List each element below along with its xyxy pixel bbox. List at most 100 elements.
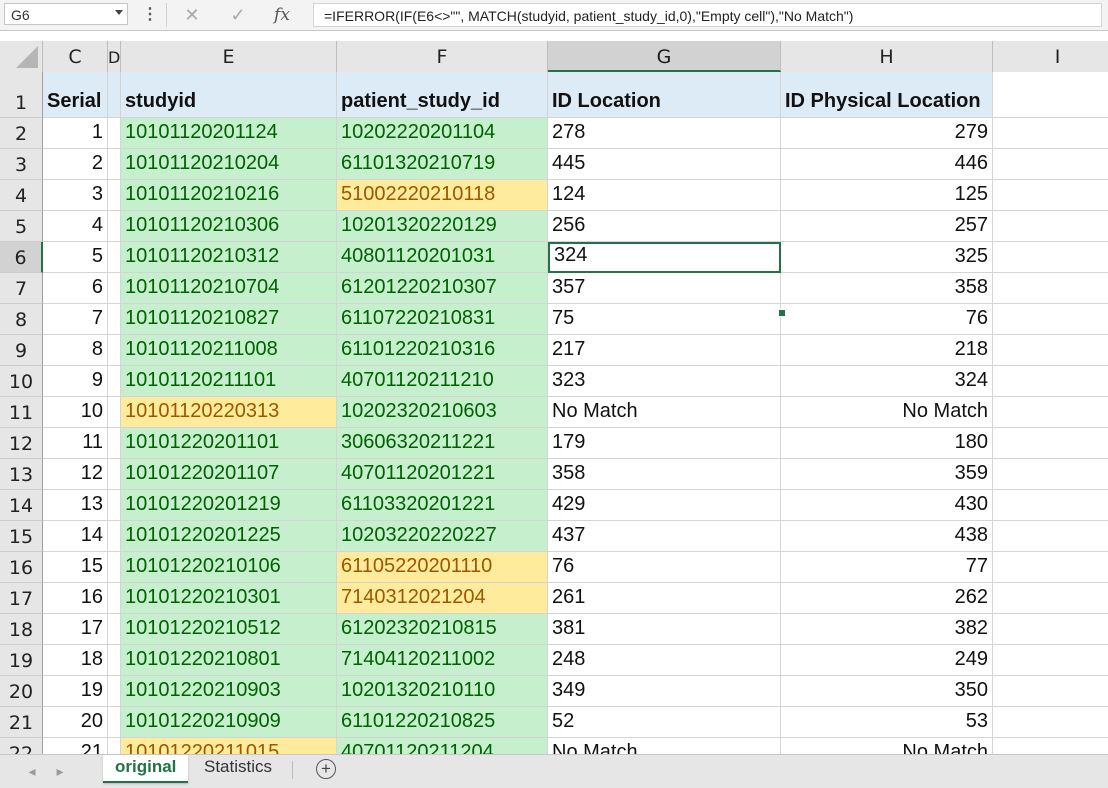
- studyid-cell[interactable]: 10101220201225: [121, 521, 337, 552]
- patient-study-id-cell[interactable]: 10202320210603: [337, 397, 548, 428]
- formula-input[interactable]: =IFERROR(IF(E6<>"", MATCH(studyid, patie…: [313, 3, 1102, 27]
- studyid-cell[interactable]: 10101220210903: [121, 676, 337, 707]
- id-physical-location-cell[interactable]: 358: [781, 273, 993, 304]
- serial-cell[interactable]: 18: [43, 645, 108, 676]
- row-header[interactable]: 15: [0, 521, 43, 552]
- id-location-cell[interactable]: No Match: [548, 397, 781, 428]
- patient-study-id-cell[interactable]: 40701120201221: [337, 459, 548, 490]
- id-location-cell[interactable]: 358: [548, 459, 781, 490]
- empty-cell[interactable]: [993, 72, 1108, 118]
- column-header-f[interactable]: F: [337, 41, 548, 72]
- header-cell-studyid[interactable]: studyid: [121, 72, 337, 118]
- patient-study-id-cell[interactable]: 51002220210118: [337, 180, 548, 211]
- add-sheet-button[interactable]: +: [316, 759, 336, 779]
- patient-study-id-cell[interactable]: 40701120211210: [337, 366, 548, 397]
- row-header[interactable]: 19: [0, 645, 43, 676]
- id-location-cell[interactable]: 278: [548, 118, 781, 149]
- worksheet-grid[interactable]: C D E F G H I 1 Serial studyid patient_s…: [0, 41, 1108, 754]
- serial-cell[interactable]: 21: [43, 738, 108, 754]
- serial-cell[interactable]: 17: [43, 614, 108, 645]
- d-cell[interactable]: [108, 552, 121, 583]
- serial-cell[interactable]: 15: [43, 552, 108, 583]
- sheet-tab-original[interactable]: original: [103, 755, 189, 783]
- row-header[interactable]: 6: [0, 242, 43, 273]
- id-location-cell[interactable]: 324: [548, 242, 781, 273]
- id-physical-location-cell[interactable]: 257: [781, 211, 993, 242]
- d-cell[interactable]: [108, 614, 121, 645]
- studyid-cell[interactable]: 10101220210106: [121, 552, 337, 583]
- d-cell[interactable]: [108, 583, 121, 614]
- empty-cell[interactable]: [993, 738, 1108, 754]
- column-header-c[interactable]: C: [43, 41, 108, 72]
- header-cell-d[interactable]: [108, 72, 121, 118]
- studyid-cell[interactable]: 10101120210306: [121, 211, 337, 242]
- id-physical-location-cell[interactable]: No Match: [781, 397, 993, 428]
- serial-cell[interactable]: 6: [43, 273, 108, 304]
- id-location-cell[interactable]: 76: [548, 552, 781, 583]
- d-cell[interactable]: [108, 521, 121, 552]
- id-physical-location-cell[interactable]: 53: [781, 707, 993, 738]
- d-cell[interactable]: [108, 273, 121, 304]
- d-cell[interactable]: [108, 707, 121, 738]
- empty-cell[interactable]: [993, 459, 1108, 490]
- empty-cell[interactable]: [993, 242, 1108, 273]
- patient-study-id-cell[interactable]: 61101320210719: [337, 149, 548, 180]
- serial-cell[interactable]: 12: [43, 459, 108, 490]
- serial-cell[interactable]: 13: [43, 490, 108, 521]
- studyid-cell[interactable]: 10101220201107: [121, 459, 337, 490]
- row-header[interactable]: 4: [0, 180, 43, 211]
- id-physical-location-cell[interactable]: 382: [781, 614, 993, 645]
- serial-cell[interactable]: 19: [43, 676, 108, 707]
- serial-cell[interactable]: 7: [43, 304, 108, 335]
- serial-cell[interactable]: 16: [43, 583, 108, 614]
- column-header-g[interactable]: G: [548, 41, 781, 72]
- d-cell[interactable]: [108, 645, 121, 676]
- id-location-cell[interactable]: 445: [548, 149, 781, 180]
- serial-cell[interactable]: 5: [43, 242, 108, 273]
- id-physical-location-cell[interactable]: No Match: [781, 738, 993, 754]
- formula-text[interactable]: =IFERROR(IF(E6<>"", MATCH(studyid, patie…: [324, 8, 853, 24]
- empty-cell[interactable]: [993, 273, 1108, 304]
- chevron-down-icon[interactable]: [115, 10, 123, 15]
- chevron-left-icon[interactable]: ◂: [24, 763, 40, 779]
- row-header[interactable]: 11: [0, 397, 43, 428]
- row-header[interactable]: 2: [0, 118, 43, 149]
- studyid-cell[interactable]: 10101220210909: [121, 707, 337, 738]
- name-box-value[interactable]: G6: [11, 7, 30, 23]
- d-cell[interactable]: [108, 428, 121, 459]
- id-physical-location-cell[interactable]: 325: [781, 242, 993, 273]
- id-physical-location-cell[interactable]: 430: [781, 490, 993, 521]
- patient-study-id-cell[interactable]: 10202220201104: [337, 118, 548, 149]
- id-location-cell[interactable]: 349: [548, 676, 781, 707]
- empty-cell[interactable]: [993, 118, 1108, 149]
- id-physical-location-cell[interactable]: 262: [781, 583, 993, 614]
- studyid-cell[interactable]: 10101120210216: [121, 180, 337, 211]
- empty-cell[interactable]: [993, 707, 1108, 738]
- serial-cell[interactable]: 20: [43, 707, 108, 738]
- serial-cell[interactable]: 10: [43, 397, 108, 428]
- serial-cell[interactable]: 2: [43, 149, 108, 180]
- id-physical-location-cell[interactable]: 180: [781, 428, 993, 459]
- empty-cell[interactable]: [993, 583, 1108, 614]
- header-cell-id-physical-location[interactable]: ID Physical Location: [781, 72, 993, 118]
- studyid-cell[interactable]: 10101220201219: [121, 490, 337, 521]
- serial-cell[interactable]: 4: [43, 211, 108, 242]
- d-cell[interactable]: [108, 738, 121, 754]
- patient-study-id-cell[interactable]: 40701120211204: [337, 738, 548, 754]
- patient-study-id-cell[interactable]: 61107220210831: [337, 304, 548, 335]
- empty-cell[interactable]: [993, 211, 1108, 242]
- id-physical-location-cell[interactable]: 279: [781, 118, 993, 149]
- row-header[interactable]: 12: [0, 428, 43, 459]
- empty-cell[interactable]: [993, 676, 1108, 707]
- column-header-i[interactable]: I: [993, 41, 1108, 72]
- id-location-cell[interactable]: 437: [548, 521, 781, 552]
- id-physical-location-cell[interactable]: 77: [781, 552, 993, 583]
- id-location-cell[interactable]: 429: [548, 490, 781, 521]
- row-header[interactable]: 5: [0, 211, 43, 242]
- patient-study-id-cell[interactable]: 61105220201110: [337, 552, 548, 583]
- id-location-cell[interactable]: No Match: [548, 738, 781, 754]
- studyid-cell[interactable]: 10101220211015: [121, 738, 337, 754]
- studyid-cell[interactable]: 10101120211008: [121, 335, 337, 366]
- row-header[interactable]: 3: [0, 149, 43, 180]
- id-location-cell[interactable]: 323: [548, 366, 781, 397]
